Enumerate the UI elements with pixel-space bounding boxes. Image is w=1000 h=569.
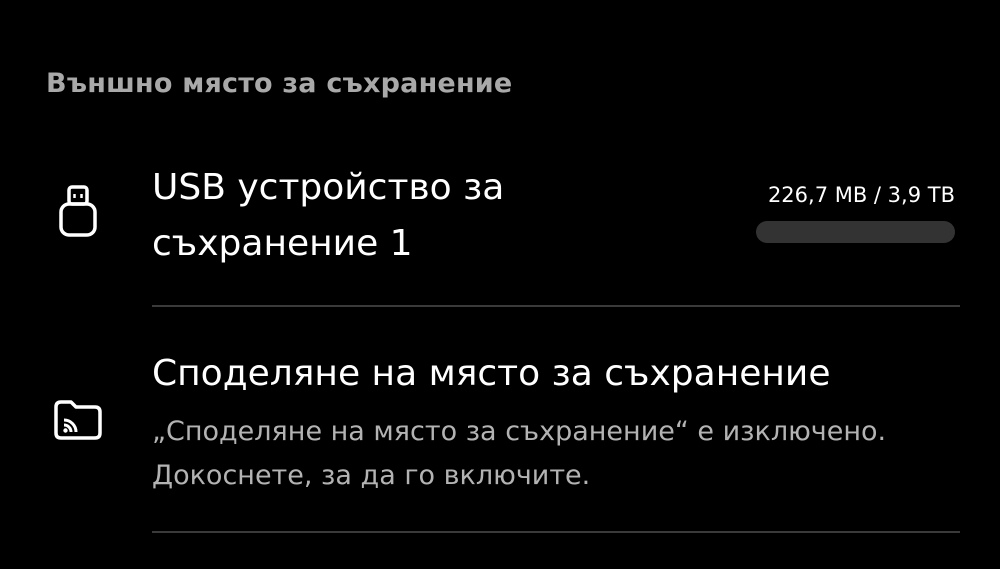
storage-sharing-summary: „Споделяне на място за съхранение“ е изк… [152, 416, 887, 491]
usb-storage-size: 226,7 MB / 3,9 TB [767, 183, 955, 207]
section-header: Външно място за съхранение [46, 68, 513, 99]
usb-storage-title: USB устройство за съхранение 1 [152, 167, 505, 264]
usb-storage-progress-bar [756, 221, 955, 243]
storage-sharing-title: Споделяне на място за съхранение [152, 353, 831, 394]
folder-cast-icon [54, 400, 102, 440]
divider [152, 531, 960, 533]
usb-drive-icon [59, 185, 97, 237]
divider [152, 305, 960, 307]
